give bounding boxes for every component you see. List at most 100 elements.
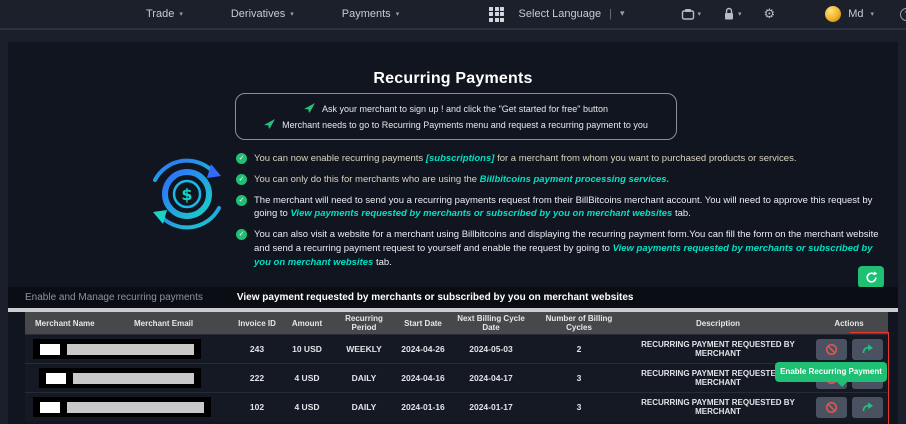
check-circle-icon: ✓: [236, 194, 247, 206]
table-row: 243 10 USD WEEKLY 2024-04-26 2024-05-03 …: [25, 334, 888, 363]
enable-payment-button[interactable]: [851, 396, 883, 418]
forward-arrow-icon: [862, 402, 873, 412]
app-window: Trade ▾ Derivatives ▾ Payments ▾ Select …: [0, 0, 906, 424]
orders-icon: [681, 8, 694, 20]
recurring-payments-icon: $: [141, 148, 233, 245]
menu-trade-label: Trade: [146, 8, 175, 20]
col-next-billing: Next Billing Cycle Date: [457, 314, 525, 332]
bullet-text: You can only do this for merchants who a…: [254, 173, 669, 187]
language-selector[interactable]: Select Language | ▾: [519, 8, 625, 20]
cell-actions: [810, 338, 888, 360]
settings-gear-icon[interactable]: ⚙: [764, 7, 776, 22]
cell-start-date: 2024-04-26: [401, 344, 445, 354]
bullet-text-post: for a merchant from whom you want to pur…: [494, 153, 797, 164]
chevron-down-icon: ▾: [738, 10, 742, 18]
check-circle-icon: ✓: [236, 229, 247, 241]
bullet-text-pre: You can only do this for merchants who a…: [254, 173, 480, 185]
bullet-item: ✓ You can now enable recurring payments …: [236, 152, 890, 166]
table-row: 102 4 USD DAILY 2024-01-16 2024-01-17 3 …: [25, 392, 888, 421]
cell-description: RECURRING PAYMENT REQUESTED BY MERCHANT: [641, 340, 795, 358]
user-menu[interactable]: Md ▾: [825, 6, 874, 22]
cell-amount: 4 USD: [294, 373, 320, 383]
bullet-link[interactable]: View payments requested by merchants or …: [290, 208, 672, 219]
refresh-button[interactable]: [858, 266, 884, 288]
paper-plane-icon: [303, 103, 315, 113]
chevron-down-icon: ▾: [619, 9, 625, 19]
forward-arrow-icon: [862, 344, 873, 354]
cell-cycles: 2: [576, 344, 582, 354]
bullet-link[interactable]: [subscriptions]: [426, 153, 495, 164]
tab-bar: Enable and Manage recurring payments Vie…: [8, 287, 898, 308]
cell-amount: 10 USD: [292, 344, 322, 354]
cancel-payment-button[interactable]: [815, 396, 847, 418]
bullet-text-post: tab.: [672, 208, 691, 220]
cell-amount: 4 USD: [294, 402, 320, 412]
cell-next-billing: 2024-05-03: [469, 344, 513, 354]
chevron-down-icon: ▾: [290, 10, 294, 18]
redaction-block: [46, 372, 66, 384]
redaction-block: [67, 401, 204, 413]
help-icon[interactable]: ?: [900, 7, 906, 21]
menu-payments[interactable]: Payments ▾: [342, 8, 399, 20]
tab-enable-manage[interactable]: Enable and Manage recurring payments: [25, 292, 203, 303]
cell-invoice-id: 243: [249, 344, 265, 354]
user-name: Md: [848, 8, 864, 20]
main-panel: Recurring Payments Ask your merchant to …: [8, 42, 898, 424]
menu-derivatives-label: Derivatives: [230, 8, 286, 20]
redaction-block: [67, 343, 194, 355]
avatar: [825, 6, 842, 22]
orders-menu[interactable]: ▾: [681, 8, 702, 21]
chevron-down-icon: ▾: [870, 10, 874, 18]
cell-actions: [810, 396, 888, 418]
main-menu: Trade ▾ Derivatives ▾ Payments ▾: [146, 6, 505, 22]
table-row: 222 4 USD DAILY 2024-04-16 2024-04-17 3 …: [25, 363, 888, 392]
check-circle-icon: ✓: [236, 173, 247, 185]
refresh-icon: [865, 270, 877, 283]
navbar-right: Select Language | ▾ ▾ ▾ ⚙ Md ▾: [519, 6, 906, 22]
cell-period: WEEKLY: [346, 344, 382, 354]
cell-description: RECURRING PAYMENT REQUESTED BY MERCHANT: [641, 398, 795, 416]
col-start-date: Start Date: [404, 318, 442, 328]
security-menu[interactable]: ▾: [723, 7, 742, 21]
bullet-text: You can also visit a website for a merch…: [254, 228, 890, 269]
col-actions: Actions: [834, 318, 864, 328]
chevron-down-icon: ▾: [697, 10, 702, 18]
cell-invoice-id: 102: [249, 402, 265, 412]
redacted-merchant-info: [39, 368, 201, 388]
divider: |: [609, 8, 612, 20]
apps-grid-icon[interactable]: [489, 6, 505, 22]
chevron-down-icon: ▾: [395, 10, 400, 18]
redacted-merchant-info: [33, 339, 201, 359]
cell-start-date: 2024-01-16: [401, 402, 445, 412]
tab-view-requested[interactable]: View payment requested by merchants or s…: [237, 292, 634, 303]
menu-trade[interactable]: Trade ▾: [146, 8, 183, 20]
col-billing-cycles: Number of Billing Cycles: [545, 314, 613, 332]
bullet-item: ✓ You can also visit a website for a mer…: [236, 228, 890, 269]
instruction-line: Merchant needs to go to Recurring Paymen…: [246, 119, 666, 130]
menu-derivatives[interactable]: Derivatives ▾: [231, 8, 294, 20]
merchant-instructions-box: Ask your merchant to sign up ! and click…: [235, 93, 677, 140]
col-merchant-name: Merchant Name: [35, 318, 95, 328]
check-circle-icon: ✓: [236, 153, 247, 164]
col-recurring-period: Recurring Period: [345, 314, 383, 332]
svg-text:$: $: [181, 185, 192, 204]
bullet-text: You can now enable recurring payments [s…: [254, 152, 796, 166]
redaction-block: [73, 372, 194, 384]
instruction-text: Ask your merchant to sign up ! and click…: [321, 103, 609, 114]
top-navbar: Trade ▾ Derivatives ▾ Payments ▾ Select …: [0, 0, 906, 30]
cell-start-date: 2024-04-16: [401, 373, 445, 383]
page-title: Recurring Payments: [373, 70, 533, 87]
cancel-payment-button[interactable]: [815, 338, 847, 360]
enable-recurring-tooltip: Enable Recurring Payment: [775, 362, 887, 387]
instruction-text: Merchant needs to go to Recurring Paymen…: [282, 119, 648, 130]
col-amount: Amount: [291, 318, 323, 328]
recurring-payments-table: Merchant Name Merchant Email Invoice ID …: [25, 312, 888, 421]
redacted-merchant-info: [33, 397, 211, 417]
chevron-down-icon: ▾: [179, 10, 183, 18]
lock-icon: [725, 7, 734, 20]
bullet-link[interactable]: Billbitcoins payment processing services…: [480, 174, 670, 185]
bullet-text: The merchant will need to send you a rec…: [254, 194, 890, 222]
col-merchant-email: Merchant Email: [134, 318, 194, 328]
instruction-line: Ask your merchant to sign up ! and click…: [246, 103, 666, 114]
enable-payment-button[interactable]: [851, 338, 883, 360]
